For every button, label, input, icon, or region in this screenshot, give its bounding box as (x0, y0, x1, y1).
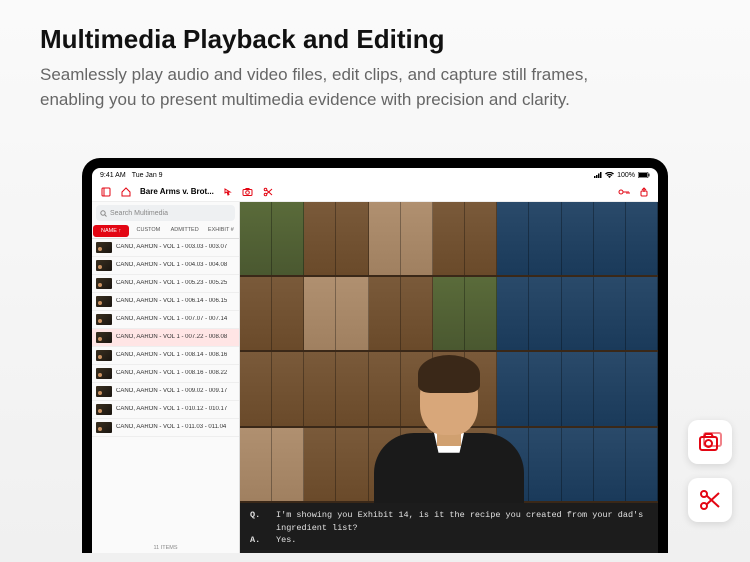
clip-button[interactable] (688, 478, 732, 522)
list-item[interactable]: CANO, AARON - VOL 1 - 006.14 - 006.15 (92, 293, 239, 311)
video-subject (359, 323, 539, 503)
list-item[interactable]: CANO, AARON - VOL 1 - 005.23 - 005.25 (92, 275, 239, 293)
clip-thumbnail (96, 314, 112, 325)
list-item[interactable]: CANO, AARON - VOL 1 - 007.07 - 007.14 (92, 311, 239, 329)
status-time: 9:41 AM (100, 172, 126, 179)
list-item[interactable]: CANO, AARON - VOL 1 - 003.03 - 003.07 (92, 239, 239, 257)
clip-thumbnail (96, 368, 112, 379)
transcript-speaker: A. (250, 534, 264, 547)
battery-icon (638, 172, 650, 178)
search-input[interactable]: Search Multimedia (96, 205, 235, 221)
list-item[interactable]: CANO, AARON - VOL 1 - 009.02 - 009.17 (92, 383, 239, 401)
clip-thumbnail (96, 260, 112, 271)
list-item[interactable]: CANO, AARON - VOL 1 - 011.03 - 011.04 (92, 419, 239, 437)
status-bar: 9:41 AM Tue Jan 9 100% (92, 168, 658, 182)
scissors-icon (699, 489, 721, 511)
transcript-speaker: Q. (250, 509, 264, 535)
wifi-icon (605, 172, 614, 178)
scissors-toolbar-icon[interactable] (262, 186, 274, 198)
tab-name[interactable]: NAME ↑ (93, 225, 129, 237)
tablet-device-frame: 9:41 AM Tue Jan 9 100% Bare Arms v. Brot… (82, 158, 668, 553)
clip-thumbnail (96, 296, 112, 307)
marketing-title: Multimedia Playback and Editing (40, 24, 710, 55)
status-battery: 100% (617, 172, 635, 179)
case-title[interactable]: Bare Arms v. Brot... (140, 187, 214, 196)
video-player[interactable]: Q. I'm showing you Exhibit 14, is it the… (240, 202, 658, 553)
toolbar: Bare Arms v. Brot... (92, 182, 658, 202)
clip-list[interactable]: CANO, AARON - VOL 1 - 003.03 - 003.07 CA… (92, 239, 239, 543)
transcript-text: Yes. (276, 534, 296, 547)
tablet-screen: 9:41 AM Tue Jan 9 100% Bare Arms v. Brot… (92, 168, 658, 553)
share-icon[interactable] (638, 186, 650, 198)
filter-tabs: NAME ↑ CUSTOM ADMITTED EXHIBIT # (92, 224, 239, 239)
transcript-overlay: Q. I'm showing you Exhibit 14, is it the… (240, 503, 658, 553)
clip-thumbnail (96, 332, 112, 343)
signal-icon (594, 172, 602, 178)
search-icon (100, 210, 107, 217)
list-item[interactable]: CANO, AARON - VOL 1 - 010.12 - 010.17 (92, 401, 239, 419)
tab-exhibit[interactable]: EXHIBIT # (203, 224, 239, 238)
list-item[interactable]: CANO, AARON - VOL 1 - 004.03 - 004.08 (92, 257, 239, 275)
clip-thumbnail (96, 242, 112, 253)
search-placeholder: Search Multimedia (110, 210, 168, 217)
transcript-text: I'm showing you Exhibit 14, is it the re… (276, 509, 648, 535)
select-icon[interactable] (222, 186, 234, 198)
clip-thumbnail (96, 278, 112, 289)
list-footer: 11 ITEMS (92, 543, 239, 553)
clip-thumbnail (96, 422, 112, 433)
tab-custom[interactable]: CUSTOM (130, 224, 166, 238)
library-icon[interactable] (100, 186, 112, 198)
clip-thumbnail (96, 404, 112, 415)
tab-admitted[interactable]: ADMITTED (167, 224, 203, 238)
list-item[interactable]: CANO, AARON - VOL 1 - 008.14 - 008.16 (92, 347, 239, 365)
list-item[interactable]: CANO, AARON - VOL 1 - 007.22 - 008.08 (92, 329, 239, 347)
status-date: Tue Jan 9 (132, 172, 163, 179)
transcript-line: A. Yes. (250, 534, 648, 547)
sidebar: Search Multimedia NAME ↑ CUSTOM ADMITTED… (92, 202, 240, 553)
capture-frame-button[interactable] (688, 420, 732, 464)
transcript-line: Q. I'm showing you Exhibit 14, is it the… (250, 509, 648, 535)
marketing-description: Seamlessly play audio and video files, e… (40, 63, 610, 112)
video-frame (240, 202, 658, 503)
key-icon[interactable] (618, 186, 630, 198)
clip-thumbnail (96, 350, 112, 361)
clip-thumbnail (96, 386, 112, 397)
camera-icon (698, 431, 722, 453)
home-icon[interactable] (120, 186, 132, 198)
list-item[interactable]: CANO, AARON - VOL 1 - 008.16 - 008.22 (92, 365, 239, 383)
camera-toolbar-icon[interactable] (242, 186, 254, 198)
